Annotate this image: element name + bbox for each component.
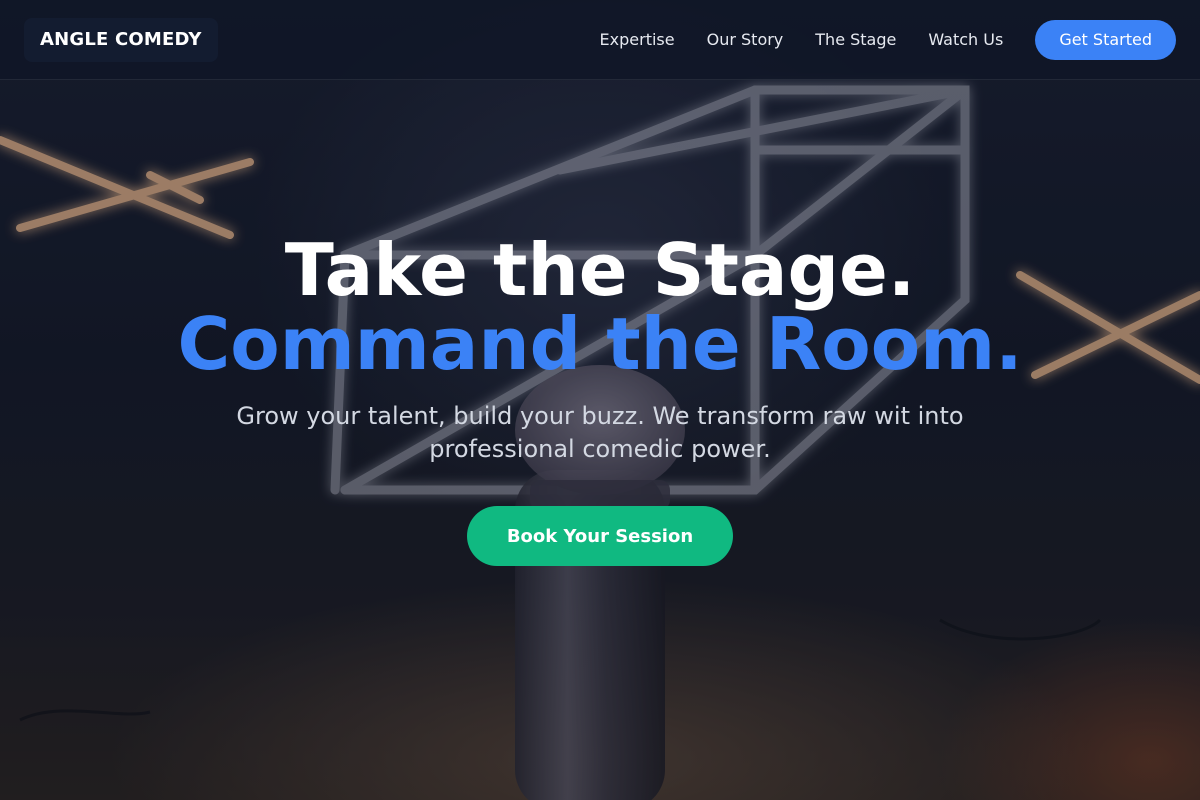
site-header: ANGLE COMEDY Expertise Our Story The Sta…	[0, 0, 1200, 80]
get-started-button[interactable]: Get Started	[1035, 19, 1176, 60]
hero-title-line1: Take the Stage.	[284, 228, 916, 312]
nav-link-the-stage[interactable]: The Stage	[815, 30, 896, 49]
hero-subtitle: Grow your talent, build your buzz. We tr…	[236, 402, 964, 463]
hero-section: Take the Stage. Command the Room. Grow y…	[0, 80, 1200, 800]
main-nav: Expertise Our Story The Stage Watch Us G…	[600, 19, 1176, 60]
hero-title-line2: Command the Room.	[177, 302, 1023, 386]
nav-link-expertise[interactable]: Expertise	[600, 30, 675, 49]
nav-link-our-story[interactable]: Our Story	[707, 30, 784, 49]
site-logo[interactable]: ANGLE COMEDY	[24, 17, 218, 62]
nav-link-watch-us[interactable]: Watch Us	[928, 30, 1003, 49]
book-session-button[interactable]: Book Your Session	[467, 506, 733, 566]
